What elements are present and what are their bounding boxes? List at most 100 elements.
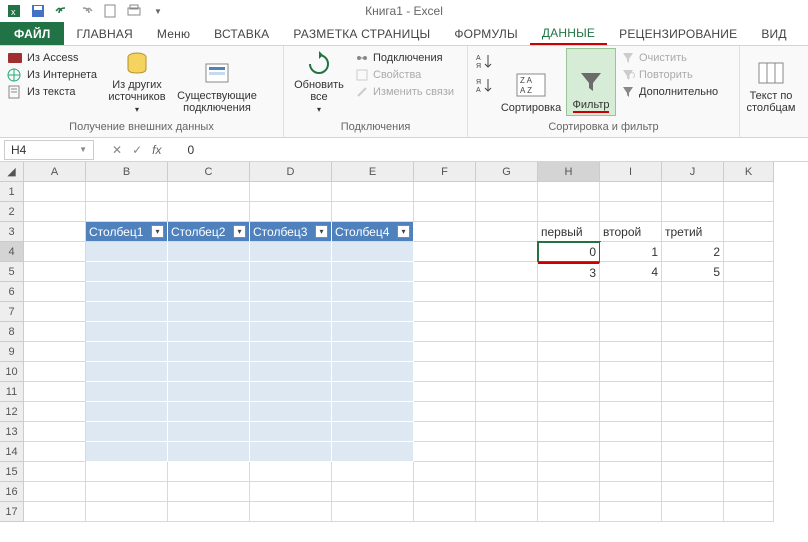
- cell[interactable]: [332, 322, 414, 342]
- cell[interactable]: третий: [662, 222, 724, 242]
- name-box[interactable]: H4 ▼: [4, 140, 94, 160]
- cell[interactable]: [600, 422, 662, 442]
- new-doc-icon[interactable]: [100, 2, 120, 20]
- spreadsheet-grid[interactable]: ◢ 1234567891011121314151617 ABCDEFGHIJKС…: [0, 162, 808, 522]
- cell[interactable]: 0: [538, 242, 600, 262]
- cell[interactable]: [250, 322, 332, 342]
- cell[interactable]: [24, 502, 86, 522]
- cell[interactable]: [24, 202, 86, 222]
- row-header[interactable]: 9: [0, 342, 24, 362]
- cell[interactable]: [86, 422, 168, 442]
- row-header[interactable]: 15: [0, 462, 24, 482]
- column-header[interactable]: B: [86, 162, 168, 182]
- cell[interactable]: [332, 182, 414, 202]
- cell[interactable]: [24, 382, 86, 402]
- tab-insert[interactable]: ВСТАВКА: [202, 22, 281, 45]
- tab-review[interactable]: РЕЦЕНЗИРОВАНИЕ: [607, 22, 749, 45]
- formula-value[interactable]: 0: [187, 143, 194, 157]
- cell[interactable]: [86, 322, 168, 342]
- cell[interactable]: [600, 182, 662, 202]
- cell[interactable]: [662, 302, 724, 322]
- cell[interactable]: [414, 462, 476, 482]
- cell[interactable]: [250, 262, 332, 282]
- cell[interactable]: [724, 282, 774, 302]
- cell[interactable]: [724, 302, 774, 322]
- cell[interactable]: [86, 202, 168, 222]
- cell[interactable]: [476, 282, 538, 302]
- cell[interactable]: [332, 342, 414, 362]
- cell[interactable]: [332, 302, 414, 322]
- cell[interactable]: [724, 462, 774, 482]
- cell[interactable]: [250, 482, 332, 502]
- column-header[interactable]: E: [332, 162, 414, 182]
- cell[interactable]: [476, 442, 538, 462]
- cell[interactable]: [538, 482, 600, 502]
- cell[interactable]: [86, 362, 168, 382]
- cell[interactable]: [600, 402, 662, 422]
- cell[interactable]: [600, 382, 662, 402]
- tab-file[interactable]: ФАЙЛ: [0, 22, 64, 45]
- cell[interactable]: [24, 222, 86, 242]
- cell[interactable]: [250, 442, 332, 462]
- cell[interactable]: [662, 402, 724, 422]
- chevron-down-icon[interactable]: ▼: [79, 145, 87, 154]
- connections-button[interactable]: Подключения: [352, 50, 457, 66]
- cell[interactable]: [476, 222, 538, 242]
- cell[interactable]: [168, 422, 250, 442]
- cell[interactable]: Столбец1▾: [86, 222, 168, 242]
- column-header[interactable]: K: [724, 162, 774, 182]
- cell[interactable]: [476, 502, 538, 522]
- cell[interactable]: [538, 322, 600, 342]
- cell[interactable]: [24, 182, 86, 202]
- cell[interactable]: [414, 262, 476, 282]
- cell[interactable]: [538, 302, 600, 322]
- cell[interactable]: [250, 302, 332, 322]
- column-header[interactable]: G: [476, 162, 538, 182]
- cell[interactable]: [600, 462, 662, 482]
- filter-dropdown-icon[interactable]: ▾: [397, 225, 410, 238]
- existing-connections-button[interactable]: Существующие подключения: [174, 48, 260, 116]
- cell[interactable]: [86, 342, 168, 362]
- row-header[interactable]: 5: [0, 262, 24, 282]
- row-header[interactable]: 3: [0, 222, 24, 242]
- cell[interactable]: [332, 482, 414, 502]
- cell[interactable]: 1: [600, 242, 662, 262]
- cell[interactable]: [86, 502, 168, 522]
- sort-button[interactable]: Z AA Z Сортировка: [498, 48, 564, 116]
- cell[interactable]: [724, 222, 774, 242]
- select-all-corner[interactable]: ◢: [0, 162, 24, 182]
- cell[interactable]: [476, 422, 538, 442]
- cell[interactable]: 4: [600, 262, 662, 282]
- cell[interactable]: [724, 402, 774, 422]
- cell[interactable]: [24, 442, 86, 462]
- cell[interactable]: [538, 182, 600, 202]
- reapply-filter-button[interactable]: Повторить: [618, 67, 721, 83]
- cell[interactable]: [332, 262, 414, 282]
- print-preview-icon[interactable]: [124, 2, 144, 20]
- cell[interactable]: [538, 402, 600, 422]
- cell[interactable]: [414, 242, 476, 262]
- cell[interactable]: 3: [538, 262, 600, 282]
- cell[interactable]: [538, 442, 600, 462]
- cell[interactable]: [414, 382, 476, 402]
- row-header[interactable]: 13: [0, 422, 24, 442]
- cell[interactable]: [332, 402, 414, 422]
- cell[interactable]: [250, 182, 332, 202]
- cell[interactable]: [724, 242, 774, 262]
- tab-home[interactable]: ГЛАВНАЯ: [64, 22, 144, 45]
- cell[interactable]: [24, 422, 86, 442]
- cell[interactable]: [476, 462, 538, 482]
- cell[interactable]: [662, 502, 724, 522]
- cell[interactable]: [168, 442, 250, 462]
- cell[interactable]: [86, 182, 168, 202]
- cell[interactable]: [250, 362, 332, 382]
- cell[interactable]: [86, 442, 168, 462]
- cell[interactable]: [24, 402, 86, 422]
- cell[interactable]: [414, 482, 476, 502]
- row-header[interactable]: 4: [0, 242, 24, 262]
- cell[interactable]: [538, 362, 600, 382]
- cell[interactable]: [250, 342, 332, 362]
- cell[interactable]: [332, 502, 414, 522]
- qat-dropdown-icon[interactable]: ▼: [148, 2, 168, 20]
- fx-icon[interactable]: fx: [152, 143, 161, 157]
